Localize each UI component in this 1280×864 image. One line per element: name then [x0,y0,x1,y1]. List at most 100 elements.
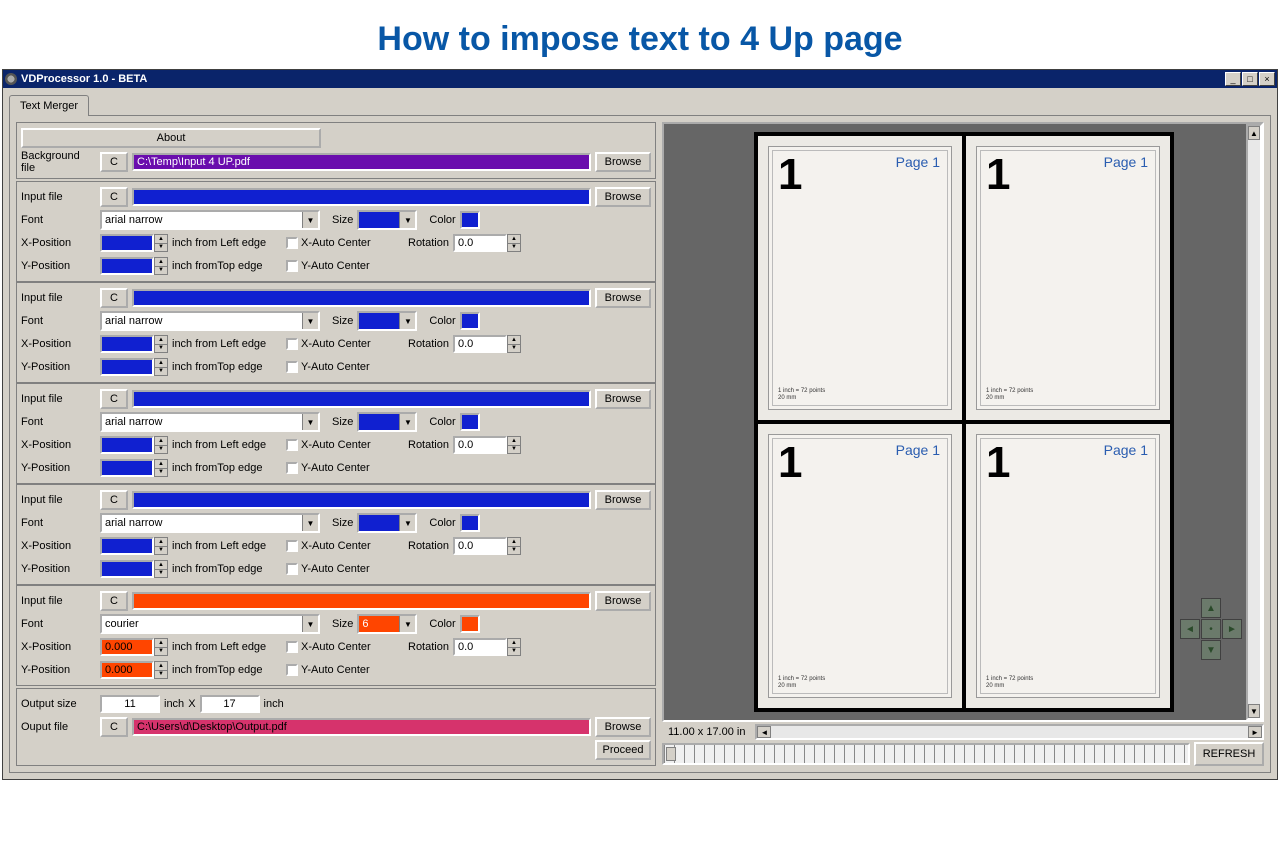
spin-up-icon[interactable]: ▲ [508,235,520,244]
scroll-left-icon[interactable]: ◄ [757,726,771,738]
xpos-spinner[interactable]: ▲▼ [100,234,168,252]
spin-up-icon[interactable]: ▲ [508,336,520,345]
spin-down-icon[interactable]: ▼ [155,244,167,252]
input-clear-button[interactable]: C [100,187,128,207]
font-combo[interactable]: arial narrow▼ [100,513,320,533]
spin-up-icon[interactable]: ▲ [155,336,167,345]
scroll-up-icon[interactable]: ▲ [1248,126,1260,140]
font-combo[interactable]: arial narrow▼ [100,311,320,331]
input-clear-button[interactable]: C [100,288,128,308]
yauto-checkbox[interactable]: Y-Auto Center [286,664,396,676]
spin-down-icon[interactable]: ▼ [155,368,167,376]
tab-text-merger[interactable]: Text Merger [9,95,89,116]
spin-up-icon[interactable]: ▲ [155,359,167,368]
maximize-button[interactable]: □ [1242,72,1258,86]
proceed-button[interactable]: Proceed [595,740,651,760]
nav-up-button[interactable]: ▲ [1201,598,1221,618]
font-combo[interactable]: arial narrow▼ [100,210,320,230]
font-combo[interactable]: arial narrow▼ [100,412,320,432]
yauto-checkbox[interactable]: Y-Auto Center [286,361,396,373]
scroll-down-icon[interactable]: ▼ [1248,704,1260,718]
output-width-field[interactable]: 11 [100,695,160,713]
background-clear-button[interactable]: C [100,152,128,172]
input-file-field[interactable] [132,390,591,408]
output-height-field[interactable]: 17 [200,695,260,713]
ypos-spinner[interactable]: ▲▼ [100,257,168,275]
spin-down-icon[interactable]: ▼ [155,446,167,454]
xpos-spinner[interactable]: ▲▼ [100,335,168,353]
spin-down-icon[interactable]: ▼ [508,244,520,252]
input-file-field[interactable] [132,592,591,610]
spin-up-icon[interactable]: ▲ [155,460,167,469]
color-swatch[interactable] [460,211,480,229]
spin-down-icon[interactable]: ▼ [155,671,167,679]
color-swatch[interactable] [460,312,480,330]
rotation-spinner[interactable]: 0.0▲▼ [453,436,521,454]
spin-up-icon[interactable]: ▲ [155,662,167,671]
input-browse-button[interactable]: Browse [595,389,651,409]
rotation-spinner[interactable]: 0.0▲▼ [453,335,521,353]
ypos-spinner[interactable]: ▲▼ [100,560,168,578]
nav-right-button[interactable]: ► [1222,619,1242,639]
spin-up-icon[interactable]: ▲ [155,235,167,244]
spin-up-icon[interactable]: ▲ [155,437,167,446]
input-browse-button[interactable]: Browse [595,288,651,308]
size-combo[interactable]: ▼ [357,311,417,331]
input-clear-button[interactable]: C [100,591,128,611]
output-clear-button[interactable]: C [100,717,128,737]
color-swatch[interactable] [460,413,480,431]
ypos-spinner[interactable]: ▲▼ [100,459,168,477]
zoom-slider[interactable] [662,743,1190,765]
spin-up-icon[interactable]: ▲ [155,258,167,267]
xauto-checkbox[interactable]: X-Auto Center [286,237,396,249]
preview-frame[interactable]: 1 Page 1 1 inch = 72 points20 mm 1 Page … [662,122,1264,722]
xauto-checkbox[interactable]: X-Auto Center [286,439,396,451]
spin-up-icon[interactable]: ▲ [508,639,520,648]
preview-hscroll[interactable]: ◄ ► [755,724,1264,740]
ypos-spinner[interactable]: 0.000▲▼ [100,661,168,679]
spin-down-icon[interactable]: ▼ [155,267,167,275]
ypos-spinner[interactable]: ▲▼ [100,358,168,376]
input-clear-button[interactable]: C [100,490,128,510]
close-button[interactable]: × [1259,72,1275,86]
spin-down-icon[interactable]: ▼ [508,345,520,353]
minimize-button[interactable]: _ [1225,72,1241,86]
color-swatch[interactable] [460,615,480,633]
spin-up-icon[interactable]: ▲ [508,437,520,446]
about-button[interactable]: About [21,128,321,148]
input-file-field[interactable] [132,491,591,509]
input-clear-button[interactable]: C [100,389,128,409]
scroll-right-icon[interactable]: ► [1248,726,1262,738]
rotation-spinner[interactable]: 0.0▲▼ [453,537,521,555]
input-file-field[interactable] [132,289,591,307]
input-file-field[interactable] [132,188,591,206]
background-browse-button[interactable]: Browse [595,152,651,172]
yauto-checkbox[interactable]: Y-Auto Center [286,462,396,474]
size-combo[interactable]: ▼ [357,412,417,432]
input-browse-button[interactable]: Browse [595,591,651,611]
output-browse-button[interactable]: Browse [595,717,651,737]
input-browse-button[interactable]: Browse [595,187,651,207]
font-combo[interactable]: courier▼ [100,614,320,634]
size-combo[interactable]: ▼ [357,210,417,230]
spin-down-icon[interactable]: ▼ [155,648,167,656]
color-swatch[interactable] [460,514,480,532]
rotation-spinner[interactable]: 0.0▲▼ [453,234,521,252]
input-browse-button[interactable]: Browse [595,490,651,510]
spin-up-icon[interactable]: ▲ [508,538,520,547]
spin-down-icon[interactable]: ▼ [508,446,520,454]
spin-down-icon[interactable]: ▼ [155,570,167,578]
xauto-checkbox[interactable]: X-Auto Center [286,338,396,350]
xauto-checkbox[interactable]: X-Auto Center [286,540,396,552]
yauto-checkbox[interactable]: Y-Auto Center [286,260,396,272]
spin-up-icon[interactable]: ▲ [155,561,167,570]
xpos-spinner[interactable]: ▲▼ [100,537,168,555]
spin-down-icon[interactable]: ▼ [155,469,167,477]
xpos-spinner[interactable]: 0.000▲▼ [100,638,168,656]
output-file-field[interactable]: C:\Users\d\Desktop\Output.pdf [132,718,591,736]
xpos-spinner[interactable]: ▲▼ [100,436,168,454]
yauto-checkbox[interactable]: Y-Auto Center [286,563,396,575]
background-file-field[interactable]: C:\Temp\Input 4 UP.pdf [132,153,591,171]
spin-up-icon[interactable]: ▲ [155,538,167,547]
spin-up-icon[interactable]: ▲ [155,639,167,648]
